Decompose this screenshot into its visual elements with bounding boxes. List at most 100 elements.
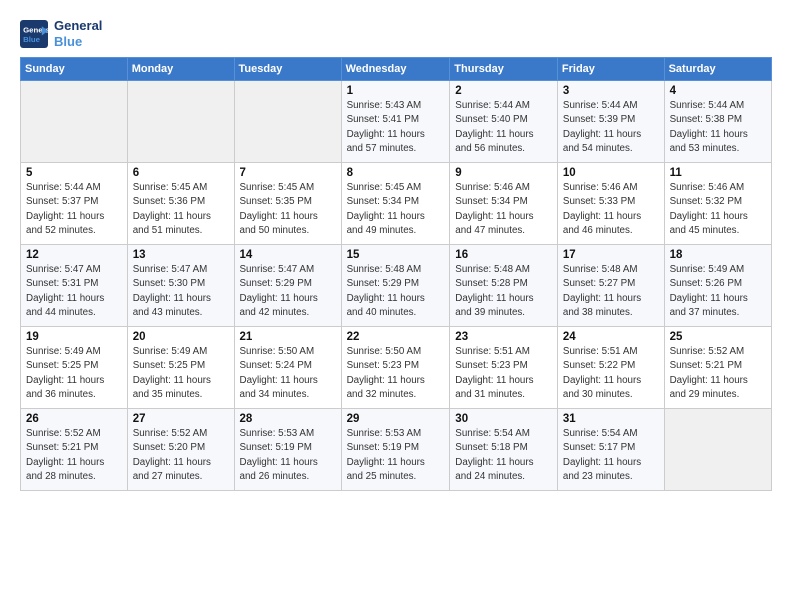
weekday-header-sunday: Sunday	[21, 58, 128, 81]
calendar-cell: 11 Sunrise: 5:46 AM Sunset: 5:32 PM Dayli…	[664, 163, 771, 245]
day-number: 7	[240, 167, 336, 179]
calendar-cell: 13Sunrise: 5:47 AM Sunset: 5:30 PM Dayli…	[127, 245, 234, 327]
calendar-cell: 10 Sunrise: 5:46 AM Sunset: 5:33 PM Dayli…	[557, 163, 664, 245]
day-number: 10	[563, 167, 659, 179]
day-info: Sunrise: 5:45 AM Sunset: 5:35 PM Dayligh…	[240, 181, 336, 238]
calendar-header-row: SundayMondayTuesdayWednesdayThursdayFrid…	[21, 58, 772, 81]
day-number: 28	[240, 413, 336, 425]
calendar-week-2: 5 Sunrise: 5:44 AM Sunset: 5:37 PM Daylig…	[21, 163, 772, 245]
day-number: 1	[347, 85, 445, 97]
day-info: Sunrise: 5:51 AM Sunset: 5:22 PM Dayligh…	[563, 345, 659, 402]
day-info: Sunrise: 5:44 AM Sunset: 5:40 PM Dayligh…	[455, 99, 552, 156]
day-number: 6	[133, 167, 229, 179]
calendar-week-1: 1 Sunrise: 5:43 AM Sunset: 5:41 PM Daylig…	[21, 81, 772, 163]
day-number: 27	[133, 413, 229, 425]
day-info: Sunrise: 5:47 AM Sunset: 5:31 PM Dayligh…	[26, 263, 122, 320]
day-info: Sunrise: 5:45 AM Sunset: 5:36 PM Dayligh…	[133, 181, 229, 238]
calendar-cell: 6 Sunrise: 5:45 AM Sunset: 5:36 PM Daylig…	[127, 163, 234, 245]
day-number: 9	[455, 167, 552, 179]
calendar-cell: 15Sunrise: 5:48 AM Sunset: 5:29 PM Dayli…	[341, 245, 450, 327]
calendar-cell: 1 Sunrise: 5:43 AM Sunset: 5:41 PM Daylig…	[341, 81, 450, 163]
weekday-header-monday: Monday	[127, 58, 234, 81]
calendar-cell: 22 Sunrise: 5:50 AM Sunset: 5:23 PM Dayli…	[341, 327, 450, 409]
calendar-cell: 27Sunrise: 5:52 AM Sunset: 5:20 PM Dayli…	[127, 409, 234, 491]
logo-icon: General Blue	[20, 20, 48, 48]
calendar-cell: 25Sunrise: 5:52 AM Sunset: 5:21 PM Dayli…	[664, 327, 771, 409]
day-info: Sunrise: 5:53 AM Sunset: 5:19 PM Dayligh…	[347, 427, 445, 484]
calendar-table: SundayMondayTuesdayWednesdayThursdayFrid…	[20, 57, 772, 491]
calendar-cell: 20 Sunrise: 5:49 AM Sunset: 5:25 PM Dayli…	[127, 327, 234, 409]
day-info: Sunrise: 5:50 AM Sunset: 5:23 PM Dayligh…	[347, 345, 445, 402]
calendar-cell: 16 Sunrise: 5:48 AM Sunset: 5:28 PM Dayli…	[450, 245, 558, 327]
calendar-cell: 9 Sunrise: 5:46 AM Sunset: 5:34 PM Daylig…	[450, 163, 558, 245]
day-info: Sunrise: 5:43 AM Sunset: 5:41 PM Dayligh…	[347, 99, 445, 156]
calendar-cell: 24 Sunrise: 5:51 AM Sunset: 5:22 PM Dayli…	[557, 327, 664, 409]
logo-text-blue: Blue	[54, 34, 102, 50]
day-number: 14	[240, 249, 336, 261]
day-number: 5	[26, 167, 122, 179]
day-info: Sunrise: 5:52 AM Sunset: 5:21 PM Dayligh…	[26, 427, 122, 484]
day-info: Sunrise: 5:46 AM Sunset: 5:33 PM Dayligh…	[563, 181, 659, 238]
day-number: 21	[240, 331, 336, 343]
day-number: 12	[26, 249, 122, 261]
day-number: 20	[133, 331, 229, 343]
day-number: 18	[670, 249, 766, 261]
calendar-cell	[127, 81, 234, 163]
day-info: Sunrise: 5:47 AM Sunset: 5:30 PM Dayligh…	[133, 263, 229, 320]
calendar-week-3: 12 Sunrise: 5:47 AM Sunset: 5:31 PM Dayli…	[21, 245, 772, 327]
calendar-cell: 5 Sunrise: 5:44 AM Sunset: 5:37 PM Daylig…	[21, 163, 128, 245]
day-number: 26	[26, 413, 122, 425]
day-number: 19	[26, 331, 122, 343]
calendar-cell: 14 Sunrise: 5:47 AM Sunset: 5:29 PM Dayli…	[234, 245, 341, 327]
calendar-cell: 3Sunrise: 5:44 AM Sunset: 5:39 PM Daylig…	[557, 81, 664, 163]
calendar-cell: 2 Sunrise: 5:44 AM Sunset: 5:40 PM Daylig…	[450, 81, 558, 163]
day-info: Sunrise: 5:46 AM Sunset: 5:34 PM Dayligh…	[455, 181, 552, 238]
day-number: 16	[455, 249, 552, 261]
weekday-header-friday: Friday	[557, 58, 664, 81]
day-info: Sunrise: 5:53 AM Sunset: 5:19 PM Dayligh…	[240, 427, 336, 484]
day-info: Sunrise: 5:45 AM Sunset: 5:34 PM Dayligh…	[347, 181, 445, 238]
day-number: 2	[455, 85, 552, 97]
day-info: Sunrise: 5:54 AM Sunset: 5:17 PM Dayligh…	[563, 427, 659, 484]
day-info: Sunrise: 5:44 AM Sunset: 5:37 PM Dayligh…	[26, 181, 122, 238]
calendar-cell: 30 Sunrise: 5:54 AM Sunset: 5:18 PM Dayli…	[450, 409, 558, 491]
page-header: General Blue General Blue	[20, 18, 772, 49]
calendar-cell: 18 Sunrise: 5:49 AM Sunset: 5:26 PM Dayli…	[664, 245, 771, 327]
calendar-week-4: 19 Sunrise: 5:49 AM Sunset: 5:25 PM Dayli…	[21, 327, 772, 409]
calendar-cell: 8Sunrise: 5:45 AM Sunset: 5:34 PM Daylig…	[341, 163, 450, 245]
day-info: Sunrise: 5:51 AM Sunset: 5:23 PM Dayligh…	[455, 345, 552, 402]
calendar-cell: 21Sunrise: 5:50 AM Sunset: 5:24 PM Dayli…	[234, 327, 341, 409]
calendar-cell: 28 Sunrise: 5:53 AM Sunset: 5:19 PM Dayli…	[234, 409, 341, 491]
calendar-cell: 12 Sunrise: 5:47 AM Sunset: 5:31 PM Dayli…	[21, 245, 128, 327]
day-number: 24	[563, 331, 659, 343]
svg-text:Blue: Blue	[23, 34, 41, 43]
calendar-cell: 29 Sunrise: 5:53 AM Sunset: 5:19 PM Dayli…	[341, 409, 450, 491]
day-number: 11	[670, 167, 766, 179]
logo-text-general: General	[54, 18, 102, 34]
calendar-week-5: 26 Sunrise: 5:52 AM Sunset: 5:21 PM Dayli…	[21, 409, 772, 491]
day-info: Sunrise: 5:48 AM Sunset: 5:28 PM Dayligh…	[455, 263, 552, 320]
day-info: Sunrise: 5:47 AM Sunset: 5:29 PM Dayligh…	[240, 263, 336, 320]
day-number: 29	[347, 413, 445, 425]
calendar-cell: 4 Sunrise: 5:44 AM Sunset: 5:38 PM Daylig…	[664, 81, 771, 163]
day-info: Sunrise: 5:54 AM Sunset: 5:18 PM Dayligh…	[455, 427, 552, 484]
calendar-cell: 19 Sunrise: 5:49 AM Sunset: 5:25 PM Dayli…	[21, 327, 128, 409]
day-number: 22	[347, 331, 445, 343]
day-number: 23	[455, 331, 552, 343]
day-number: 25	[670, 331, 766, 343]
weekday-header-saturday: Saturday	[664, 58, 771, 81]
day-info: Sunrise: 5:49 AM Sunset: 5:25 PM Dayligh…	[26, 345, 122, 402]
weekday-header-tuesday: Tuesday	[234, 58, 341, 81]
day-number: 31	[563, 413, 659, 425]
calendar-cell: 26 Sunrise: 5:52 AM Sunset: 5:21 PM Dayli…	[21, 409, 128, 491]
day-info: Sunrise: 5:44 AM Sunset: 5:38 PM Dayligh…	[670, 99, 766, 156]
day-info: Sunrise: 5:46 AM Sunset: 5:32 PM Dayligh…	[670, 181, 766, 238]
day-info: Sunrise: 5:49 AM Sunset: 5:25 PM Dayligh…	[133, 345, 229, 402]
weekday-header-thursday: Thursday	[450, 58, 558, 81]
day-number: 30	[455, 413, 552, 425]
day-info: Sunrise: 5:49 AM Sunset: 5:26 PM Dayligh…	[670, 263, 766, 320]
calendar-cell: 31 Sunrise: 5:54 AM Sunset: 5:17 PM Dayli…	[557, 409, 664, 491]
calendar-cell	[21, 81, 128, 163]
day-info: Sunrise: 5:48 AM Sunset: 5:27 PM Dayligh…	[563, 263, 659, 320]
day-number: 4	[670, 85, 766, 97]
